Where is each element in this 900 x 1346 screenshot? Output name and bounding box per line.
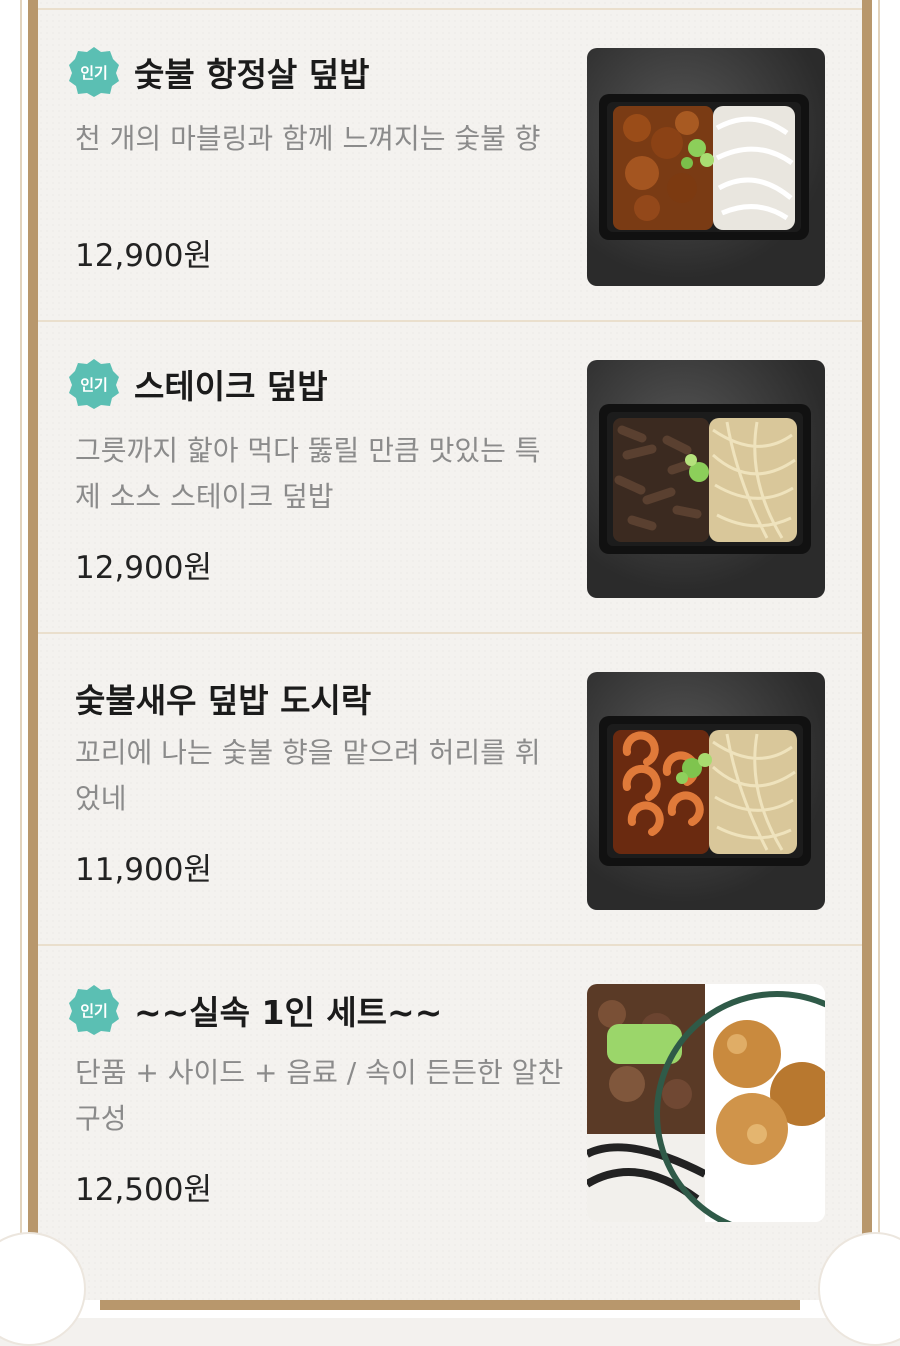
menu-item-description: 천 개의 마블링과 함께 느껴지는 숯불 향 — [75, 122, 541, 155]
frame-rail-left — [28, 0, 38, 1238]
menu-item-pork[interactable]: 인기 숯불 항정살 덮밥 천 개의 마블링과 함께 느껴지는 숯불 향 12,9… — [38, 10, 862, 320]
menu-item-name: 스테이크 덮밥 — [134, 367, 328, 406]
menu-item-title-row: 인기 ~~실속 1인 세트~~ — [68, 984, 442, 1036]
popular-badge: 인기 — [68, 984, 120, 1036]
menu-item-description: 단품 + 사이드 + 음료 / 속이 든든한 알찬 구성 — [75, 1056, 564, 1135]
shrimp-rice-bowl-photo — [587, 672, 825, 910]
menu-item-title-row: 인기 숯불 항정살 덮밥 — [68, 46, 370, 98]
menu-item-price: 12,900원 — [75, 550, 212, 586]
menu-item-price: 12,900원 — [75, 238, 212, 274]
menu-item-name: ~~실속 1인 세트~~ — [134, 993, 443, 1032]
badge-label: 인기 — [80, 63, 108, 82]
menu-item-set[interactable]: 인기 ~~실속 1인 세트~~ 단품 + 사이드 + 음료 / 속이 든든한 알… — [38, 946, 862, 1256]
menu-item-price: 11,900원 — [75, 852, 212, 888]
menu-list: 인기 숯불 항정살 덮밥 천 개의 마블링과 함께 느껴지는 숯불 향 12,9… — [38, 0, 862, 1300]
pork-rice-bowl-photo — [587, 48, 825, 286]
frame-rail-right — [862, 0, 872, 1238]
frame-bottom-rail — [100, 1300, 800, 1310]
popular-badge: 인기 — [68, 358, 120, 410]
menu-item-description: 꼬리에 나는 숯불 향을 맡으려 허리를 휘었네 — [75, 736, 541, 815]
frame-rail-left-inner — [20, 0, 22, 1238]
popular-badge: 인기 — [68, 46, 120, 98]
menu-item-title-row: 인기 스테이크 덮밥 — [68, 358, 328, 410]
menu-item-title-row: 숯불새우 덮밥 도시락 — [75, 674, 371, 722]
set-meal-photo — [587, 984, 825, 1222]
page-frame: 인기 숯불 항정살 덮밥 천 개의 마블링과 함께 느껴지는 숯불 향 12,9… — [0, 0, 900, 1346]
menu-item-description: 그릇까지 핥아 먹다 뚫릴 만큼 맛있는 특제 소스 스테이크 덮밥 — [75, 434, 541, 513]
menu-item-price: 12,500원 — [75, 1172, 212, 1208]
frame-rail-right-inner — [878, 0, 880, 1238]
menu-item-name: 숯불새우 덮밥 도시락 — [75, 681, 372, 720]
steak-rice-bowl-photo — [587, 360, 825, 598]
menu-item-name: 숯불 항정살 덮밥 — [134, 55, 370, 94]
menu-item-shrimp[interactable]: 숯불새우 덮밥 도시락 꼬리에 나는 숯불 향을 맡으려 허리를 휘었네 11,… — [38, 634, 862, 944]
badge-label: 인기 — [80, 375, 108, 394]
badge-label: 인기 — [80, 1001, 108, 1020]
menu-item-steak[interactable]: 인기 스테이크 덮밥 그릇까지 핥아 먹다 뚫릴 만큼 맛있는 특제 소스 스테… — [38, 322, 862, 632]
